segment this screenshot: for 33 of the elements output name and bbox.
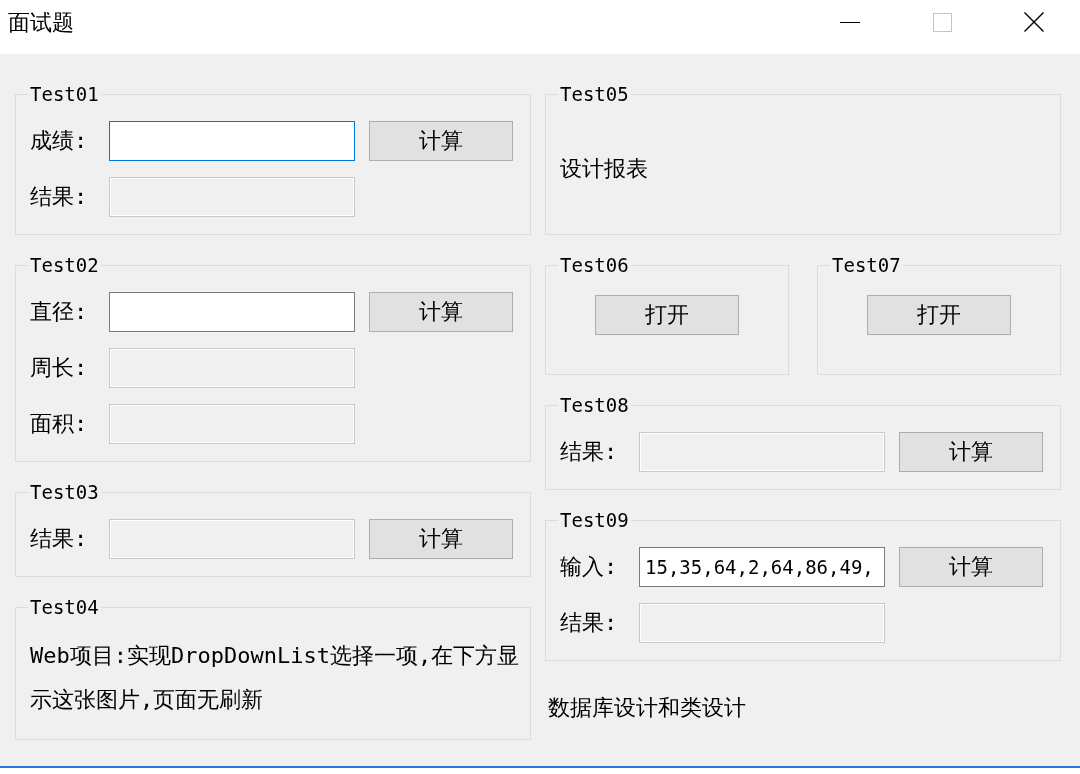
- minimize-icon: [840, 21, 860, 23]
- calc-button[interactable]: 计算: [369, 292, 513, 332]
- open-button[interactable]: 打开: [867, 295, 1011, 335]
- description-text: Web项目:实现DropDownList选择一项,在下方显示这张图片,页面无刷新: [30, 642, 521, 714]
- field-label: 结果:: [30, 183, 89, 211]
- field-label: 结果:: [560, 609, 619, 637]
- field-label: 直径:: [30, 298, 89, 326]
- maximize-icon: [932, 12, 952, 32]
- text-field[interactable]: 15,35,64,2,64,86,49,: [639, 547, 885, 587]
- text-field[interactable]: [109, 121, 355, 161]
- field-label: 面积:: [30, 410, 89, 438]
- group-title: Test01: [29, 84, 100, 104]
- calc-button[interactable]: 计算: [899, 547, 1043, 587]
- calc-button[interactable]: 计算: [369, 121, 513, 161]
- group-title: Test03: [29, 482, 100, 502]
- group-title: Test08: [559, 395, 630, 415]
- close-icon: [1024, 12, 1044, 32]
- field-label: 周长:: [30, 354, 89, 382]
- group-title: Test04: [29, 597, 100, 617]
- field-label: 结果:: [560, 438, 619, 466]
- field-label: 成绩:: [30, 127, 89, 155]
- group-title: Test05: [559, 84, 630, 104]
- text-field[interactable]: [109, 292, 355, 332]
- group-title: Test07: [831, 255, 902, 275]
- description-text: 设计报表: [560, 155, 649, 183]
- window-title: 面试题: [7, 9, 74, 37]
- group-title: Test06: [559, 255, 630, 275]
- open-button[interactable]: 打开: [595, 295, 739, 335]
- group-title: Test02: [29, 255, 100, 275]
- group-title: Test09: [559, 510, 630, 530]
- note-text: 数据库设计和类设计: [547, 694, 746, 722]
- field-label: 结果:: [30, 525, 89, 553]
- field-label: 输入:: [560, 553, 619, 581]
